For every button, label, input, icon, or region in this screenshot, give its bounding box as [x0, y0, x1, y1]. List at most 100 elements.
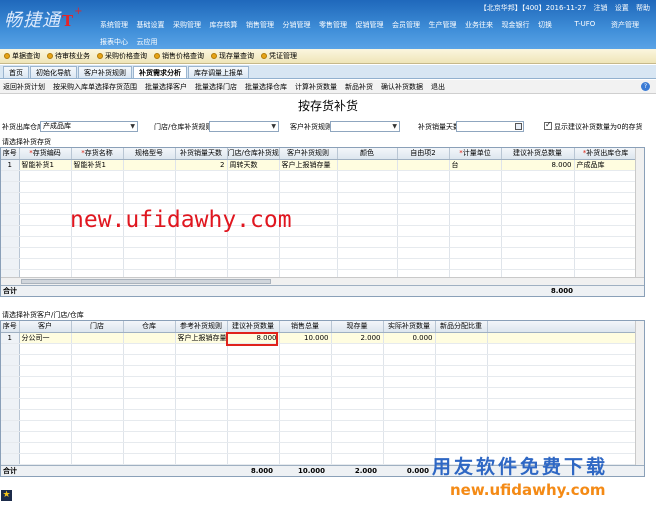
table-row[interactable]: 1 智能补货1 智能补货1 2 周转天数 客户上报销存量台 8.000 产成品库	[1, 159, 644, 171]
table-cell[interactable]: 2	[175, 159, 228, 171]
confirm-button[interactable]: 确认补货数据	[381, 82, 423, 92]
nav-item[interactable]: 现金银行	[502, 20, 539, 30]
tab-init-guide[interactable]: 初始化导航	[30, 66, 77, 78]
nav-item[interactable]: 系统管理	[100, 20, 137, 30]
table-cell[interactable]: 智能补货1	[71, 159, 124, 171]
customer-rule-select[interactable]: ▼	[330, 121, 400, 132]
column-header[interactable]: 客户补货规则	[279, 148, 338, 160]
nav-item[interactable]: 促销管理	[356, 20, 393, 30]
star-icon[interactable]: ★	[1, 490, 12, 501]
nav-item[interactable]: 云应用	[137, 37, 174, 47]
table-cell[interactable]: 分公司一	[19, 332, 72, 344]
store-rule-select[interactable]: ▼	[209, 121, 279, 132]
column-header[interactable]: 序号	[1, 321, 20, 333]
column-header[interactable]: 规格型号	[123, 148, 176, 160]
days-input[interactable]	[456, 121, 524, 132]
table-cell[interactable]	[71, 332, 124, 344]
table-cell[interactable]	[123, 332, 176, 344]
table-cell[interactable]	[337, 159, 398, 171]
column-header[interactable]: 现存量	[331, 321, 384, 333]
nav-item[interactable]: 分销管理	[283, 20, 320, 30]
column-header[interactable]: 门店/仓库补货规则	[227, 148, 280, 160]
column-header[interactable]: 参考补货规则	[175, 321, 228, 333]
column-header[interactable]: 客户	[19, 321, 72, 333]
quick-item[interactable]: 现存量查询	[211, 51, 254, 61]
column-header[interactable]: 计量单位	[449, 148, 502, 160]
table-cell[interactable]: 产成品库	[574, 159, 638, 171]
column-header[interactable]: 序号	[1, 148, 20, 160]
column-header[interactable]: 存货名称	[71, 148, 124, 160]
column-header[interactable]: 门店	[71, 321, 124, 333]
warehouse-select[interactable]: 产成品库 ▼	[40, 121, 138, 132]
batch-customer-button[interactable]: 批量选择客户	[145, 82, 187, 92]
column-header[interactable]: 自由项2	[397, 148, 450, 160]
upper-horizontal-scrollbar[interactable]	[1, 277, 644, 285]
column-header[interactable]: 实际补货数量	[383, 321, 436, 333]
new-product-button[interactable]: 新品补货	[345, 82, 373, 92]
calendar-icon[interactable]	[515, 123, 522, 130]
select-by-receipt-button[interactable]: 按采购入库单选择存货范围	[53, 82, 137, 92]
lower-vertical-scrollbar[interactable]	[635, 321, 644, 466]
table-cell[interactable]	[487, 332, 644, 344]
exit-button[interactable]: 退出	[431, 82, 445, 92]
calculate-button[interactable]: 计算补货数量	[295, 82, 337, 92]
table-cell[interactable]: 客户上报销存量	[279, 159, 338, 171]
column-header[interactable]: 新品分配比重	[435, 321, 488, 333]
column-header[interactable]: 建议补货总数量	[501, 148, 575, 160]
nav-item[interactable]: 生产管理	[429, 20, 466, 30]
nav-item[interactable]: 基础设置	[137, 20, 174, 30]
quick-item[interactable]: 单据查询	[4, 51, 40, 61]
column-header[interactable]: 颜色	[337, 148, 398, 160]
quick-item[interactable]: 销售价格查询	[154, 51, 204, 61]
column-header[interactable]: 仓库	[123, 321, 176, 333]
column-header[interactable]: 建议补货数量	[227, 321, 280, 333]
table-cell[interactable]: 客户上报销存量	[175, 332, 228, 344]
quick-item[interactable]: 采购价格查询	[97, 51, 147, 61]
nav-item[interactable]: 业务往来	[465, 20, 502, 30]
table-cell[interactable]: 0.000	[383, 332, 436, 344]
settings-link[interactable]: 设置	[615, 4, 629, 12]
table-cell[interactable]	[123, 159, 176, 171]
table-cell[interactable]	[435, 332, 488, 344]
table-cell[interactable]: 台	[449, 159, 502, 171]
nav-item[interactable]: 采购管理	[173, 20, 210, 30]
show-zero-checkbox[interactable]: ✓	[544, 120, 552, 130]
scroll-thumb[interactable]	[21, 279, 271, 284]
table-cell[interactable]: 智能补货1	[19, 159, 72, 171]
help-link[interactable]: 帮助	[636, 4, 650, 12]
help-icon[interactable]: ?	[641, 82, 650, 91]
table-cell[interactable]: 2.000	[331, 332, 384, 344]
batch-warehouse-button[interactable]: 批量选择仓库	[245, 82, 287, 92]
table-cell[interactable]: 8.000	[501, 159, 575, 171]
nav-item[interactable]: 会员管理	[392, 20, 429, 30]
total-label: 合计	[3, 467, 17, 475]
column-header[interactable]: 存货编码	[19, 148, 72, 160]
nav-item[interactable]: 报表中心	[100, 37, 137, 47]
nav-item[interactable]: 零售管理	[319, 20, 356, 30]
column-header[interactable]: 补货出库仓库	[574, 148, 638, 160]
column-header[interactable]: 补货销量天数	[175, 148, 228, 160]
table-cell	[19, 192, 72, 204]
table-row[interactable]: 1 分公司一 客户上报销存量 8.000 10.000 2.000 0.000	[1, 332, 644, 344]
tab-inventory-report[interactable]: 库存调量上报单	[188, 66, 249, 78]
table-cell[interactable]: 周转天数	[227, 159, 280, 171]
table-cell	[487, 343, 644, 355]
logout-link[interactable]: 注销	[594, 4, 608, 12]
table-cell[interactable]	[397, 159, 450, 171]
table-cell	[279, 170, 338, 182]
nav-item[interactable]: T-UFO	[575, 20, 612, 30]
batch-store-button[interactable]: 批量选择门店	[195, 82, 237, 92]
table-cell[interactable]: 10.000	[279, 332, 332, 344]
tab-customer-rules[interactable]: 客户补货规则	[78, 66, 132, 78]
quick-item[interactable]: 待审核业务	[47, 51, 90, 61]
quick-item[interactable]: 凭证管理	[261, 51, 297, 61]
upper-vertical-scrollbar[interactable]	[635, 148, 644, 278]
back-plan-button[interactable]: 返回补货计划	[3, 82, 45, 92]
nav-item[interactable]: 销售管理	[246, 20, 283, 30]
column-header[interactable]: 销售总量	[279, 321, 332, 333]
tab-home[interactable]: 首页	[3, 66, 29, 78]
tab-demand-analysis[interactable]: 补货需求分析	[133, 66, 187, 78]
nav-item[interactable]: 资产管理	[611, 20, 648, 30]
nav-item[interactable]: 切换	[538, 20, 575, 30]
nav-item[interactable]: 库存核算	[210, 20, 247, 30]
